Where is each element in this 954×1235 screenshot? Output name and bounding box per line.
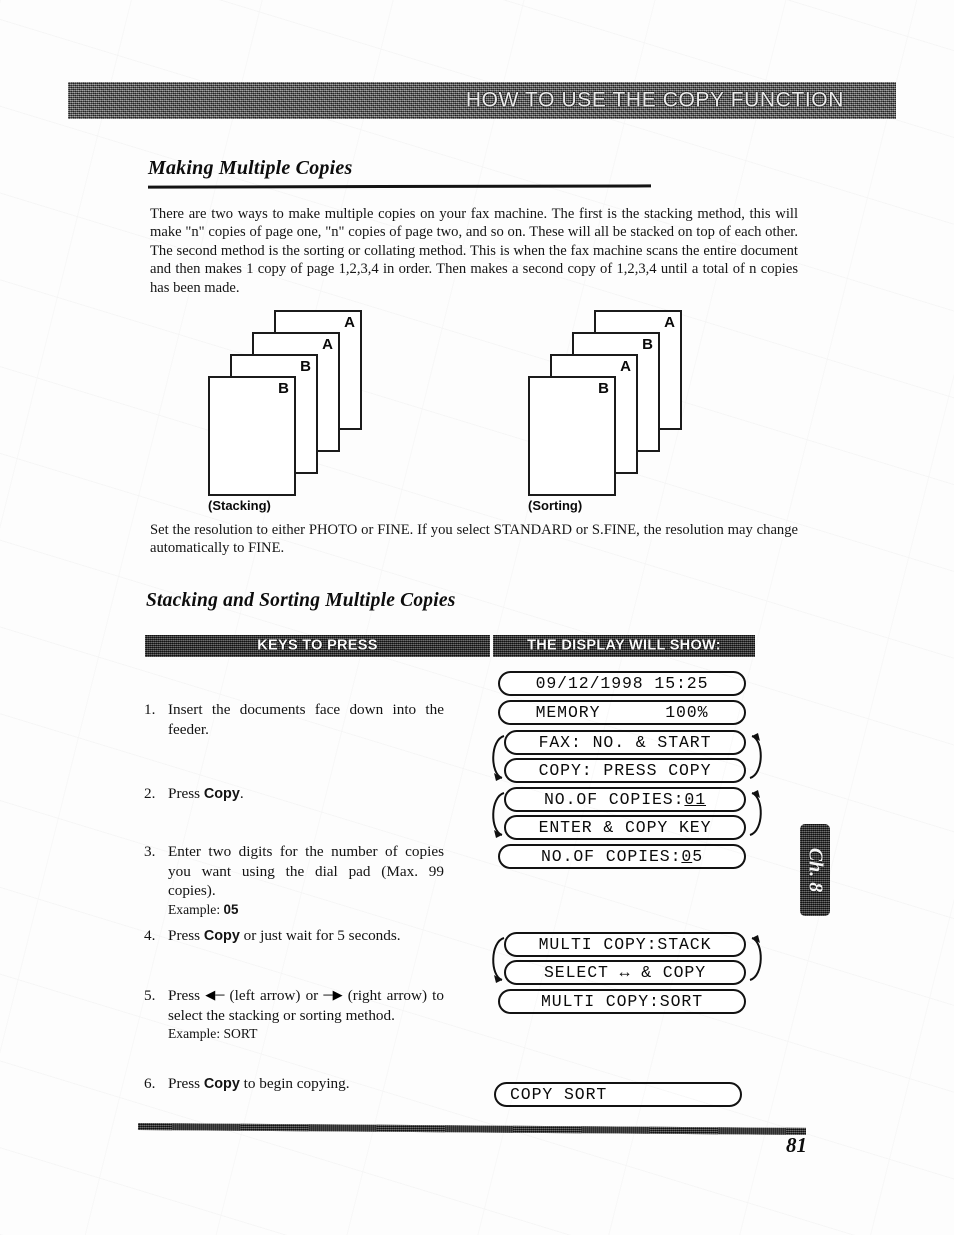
step-number: 6. <box>144 1075 156 1092</box>
column-header-keys-label: KEYS TO PRESS <box>257 637 378 654</box>
step-item: 6. Press Copy to begin copying. <box>144 1074 444 1095</box>
chapter-thumb-tab: Ch. 8 <box>800 824 830 916</box>
running-head-band: HOW TO USE THE COPY FUNCTION <box>68 82 896 119</box>
page-sheet-label: A <box>664 314 675 331</box>
step-text: Press Copy. <box>168 784 444 805</box>
page-sheet-label: A <box>620 358 631 375</box>
step-number: 5. <box>144 987 156 1004</box>
lcd-text-prefix: NO.OF COPIES: <box>543 790 685 809</box>
page-sheet-label: B <box>278 380 289 397</box>
lcd-display-select-and-copy: SELECT ↔ & COPY <box>504 960 746 985</box>
step-text: Press ◀─ (left arrow) or ─▶ (right arrow… <box>168 986 444 1025</box>
step-text-post: to begin copying. <box>239 1075 350 1092</box>
lcd-cursor-value: 01 <box>684 790 707 809</box>
page-sheet-label: B <box>300 358 311 375</box>
section-heading-rule <box>147 184 652 189</box>
page-sheet-label: B <box>642 336 653 353</box>
step-text-pre: Press <box>168 987 206 1004</box>
stacking-diagram: A A B B (Stacking) <box>206 310 396 513</box>
lcd-text-rest: 5 <box>692 847 704 866</box>
section-heading-stacking-and-sorting: Stacking and Sorting Multiple Copies <box>146 590 456 611</box>
lcd-display-copy-sort: COPY SORT <box>494 1082 742 1107</box>
cycle-arrow-right-icon <box>749 790 762 836</box>
page-sheet: B <box>528 376 616 496</box>
lcd-cursor-digit: 0 <box>681 847 693 866</box>
column-header-display-will-show: THE DISPLAY WILL SHOW: <box>493 635 755 657</box>
step-text-pre: Press <box>168 785 204 802</box>
lcd-display-multi-copy-stack: MULTI COPY:STACK <box>504 932 746 957</box>
stacking-caption: (Stacking) <box>208 498 271 513</box>
lcd-display-fax-no-start: FAX: NO. & START <box>504 730 746 755</box>
step-text: Insert the documents face down into the … <box>168 701 444 738</box>
step-item: 2. Press Copy. <box>144 784 444 805</box>
copy-key-name: Copy <box>203 1076 240 1092</box>
step-number: 3. <box>144 843 156 860</box>
lcd-display-memory: MEMORY 100% <box>498 700 746 725</box>
column-header-display-label: THE DISPLAY WILL SHOW: <box>527 637 721 654</box>
left-arrow-icon: ◀─ <box>205 987 225 1002</box>
lcd-display-datetime: 09/12/1998 15:25 <box>498 671 746 696</box>
step-text-pre: Press <box>168 927 204 944</box>
column-header-keys-to-press: KEYS TO PRESS <box>145 635 490 657</box>
step-number: 1. <box>144 701 156 718</box>
sorting-diagram: A B A B (Sorting) <box>526 310 716 513</box>
page-sheet-label: B <box>598 380 609 397</box>
step-item: 4. Press Copy or just wait for 5 seconds… <box>144 926 444 947</box>
lcd-display-copy-press-copy: COPY: PRESS COPY <box>504 758 746 783</box>
section-heading-making-multiple-copies: Making Multiple Copies <box>148 157 353 179</box>
step-item: 5. Press ◀─ (left arrow) or ─▶ (right ar… <box>144 986 444 1042</box>
lcd-display-no-of-copies-01: NO.OF COPIES: 01 <box>504 787 746 812</box>
copy-key-name: Copy <box>203 928 240 944</box>
footer-rule <box>137 1123 807 1135</box>
intro-paragraph: There are two ways to make multiple copi… <box>150 206 798 296</box>
right-arrow-icon: ─▶ <box>323 987 343 1002</box>
step-example-label: Example: <box>168 901 224 917</box>
running-head-title: HOW TO USE THE COPY FUNCTION <box>465 88 844 112</box>
document-page: HOW TO USE THE COPY FUNCTION Making Mult… <box>0 0 954 1235</box>
sorting-caption: (Sorting) <box>528 498 583 513</box>
step-example: Example: 05 <box>168 901 444 918</box>
cycle-arrow-right-icon <box>749 733 762 779</box>
step-text-post: . <box>239 785 244 802</box>
cycle-arrow-right-icon <box>749 935 762 981</box>
step-item: 1. Insert the documents face down into t… <box>144 700 444 739</box>
lcd-display-multi-copy-sort: MULTI COPY:SORT <box>498 989 746 1014</box>
step-text: Enter two digits for the number of copie… <box>168 843 444 900</box>
page-sheet-label: A <box>344 314 355 331</box>
page-number: 81 <box>786 1133 807 1157</box>
step-number: 4. <box>144 927 156 944</box>
lcd-display-enter-copy-key: ENTER & COPY KEY <box>504 815 746 840</box>
step-text: Press Copy to begin copying. <box>168 1074 444 1095</box>
chapter-tab-label: Ch. 8 <box>804 847 827 893</box>
step-text: Press Copy or just wait for 5 seconds. <box>168 926 444 947</box>
step-item: 3. Enter two digits for the number of co… <box>144 842 444 918</box>
step-text-post: or just wait for 5 seconds. <box>239 927 401 944</box>
step-example-value: 05 <box>223 901 239 917</box>
step-number: 2. <box>144 785 156 802</box>
page-sheet-label: A <box>322 336 333 353</box>
lcd-display-no-of-copies-05: NO.OF COPIES: 0 5 <box>498 844 746 869</box>
step-example: Example: SORT <box>168 1026 258 1042</box>
resolution-note-paragraph: Set the resolution to either PHOTO or FI… <box>150 522 798 557</box>
copy-key-name: Copy <box>203 786 240 802</box>
page-sheet: B <box>208 376 296 496</box>
step-text-mid: (left arrow) or <box>224 987 324 1004</box>
step-text-pre: Press <box>168 1075 204 1092</box>
lcd-text-prefix: NO.OF COPIES: <box>540 847 682 866</box>
